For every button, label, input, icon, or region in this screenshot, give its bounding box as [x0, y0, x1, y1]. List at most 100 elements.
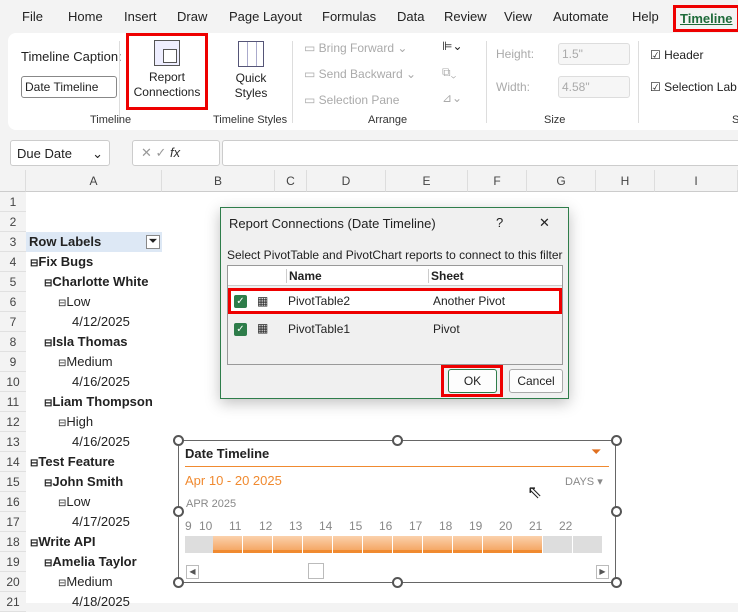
resize-handle[interactable]: [173, 506, 184, 517]
height-input[interactable]: 1.5": [558, 43, 630, 65]
day-tile-selected[interactable]: [393, 536, 422, 553]
resize-handle[interactable]: [173, 435, 184, 446]
scroll-left-button[interactable]: ◀: [186, 565, 199, 579]
pivot-row-label[interactable]: 4/17/2025: [72, 512, 130, 532]
pivot-row-label[interactable]: 4/18/2025: [72, 592, 130, 612]
resize-handle[interactable]: [611, 435, 622, 446]
row-header[interactable]: 2: [0, 212, 26, 232]
row-header[interactable]: 11: [0, 392, 26, 412]
help-button[interactable]: ?: [496, 215, 503, 230]
tab-automate[interactable]: Automate: [553, 9, 609, 24]
tab-file[interactable]: File: [22, 9, 43, 24]
row-header[interactable]: 16: [0, 492, 26, 512]
selection-label-checkbox[interactable]: ☑ Selection Lab: [650, 80, 737, 94]
row-header[interactable]: 1: [0, 192, 26, 212]
tab-review[interactable]: Review: [444, 9, 487, 24]
pivot-row-label[interactable]: ⊟Charlotte White: [44, 272, 148, 292]
cancel-button[interactable]: Cancel: [509, 369, 563, 393]
pivot-row-label[interactable]: ⊟Fix Bugs: [30, 252, 93, 272]
column-header-H[interactable]: H: [596, 170, 655, 192]
pivot-row-label[interactable]: ⊟Write API: [30, 532, 95, 552]
row-header[interactable]: 12: [0, 412, 26, 432]
selection-pane-button[interactable]: ▭ Selection Pane: [304, 93, 399, 107]
scroll-thumb[interactable]: [308, 563, 324, 579]
day-tile[interactable]: [185, 536, 213, 553]
pivot-row-label[interactable]: ⊟Low: [58, 292, 90, 312]
pivot-row-label[interactable]: ⊟Low: [58, 492, 90, 512]
resize-handle[interactable]: [173, 577, 184, 588]
day-tile-selected[interactable]: [273, 536, 302, 553]
row-header[interactable]: 10: [0, 372, 26, 392]
row-header[interactable]: 6: [0, 292, 26, 312]
column-header-F[interactable]: F: [468, 170, 527, 192]
row-header[interactable]: 20: [0, 572, 26, 592]
bring-forward-button[interactable]: ▭ Bring Forward ⌄: [304, 41, 407, 55]
caption-input[interactable]: Date Timeline: [21, 76, 117, 98]
name-box[interactable]: Due Date ⌄: [10, 140, 110, 166]
row-header[interactable]: 19: [0, 552, 26, 572]
header-checkbox[interactable]: ☑ Header: [650, 48, 703, 62]
row-header[interactable]: 14: [0, 452, 26, 472]
day-tile-selected[interactable]: [453, 536, 482, 553]
row-header[interactable]: 8: [0, 332, 26, 352]
tab-view[interactable]: View: [504, 9, 532, 24]
tab-page-layout[interactable]: Page Layout: [229, 9, 302, 24]
quick-styles-button[interactable]: Quick Styles: [226, 41, 276, 101]
report-connections-button[interactable]: Report Connections: [126, 33, 208, 110]
column-header-D[interactable]: D: [307, 170, 386, 192]
pivot-row-label[interactable]: ⊟John Smith: [44, 472, 123, 492]
row-header[interactable]: 13: [0, 432, 26, 452]
day-tile-selected[interactable]: [513, 536, 542, 553]
day-tile[interactable]: [543, 536, 572, 553]
list-item[interactable]: ✓ ▦ PivotTable2 Another Pivot: [228, 288, 562, 314]
close-button[interactable]: ✕: [539, 215, 550, 231]
tab-timeline[interactable]: Timeline: [673, 5, 738, 32]
row-header[interactable]: 18: [0, 532, 26, 552]
row-header[interactable]: 3: [0, 232, 26, 252]
pivot-row-label[interactable]: ⊟High: [58, 412, 93, 432]
pivot-row-label[interactable]: ⊟Medium: [58, 572, 113, 592]
select-all-corner[interactable]: [0, 170, 26, 192]
pivot-row-label[interactable]: ⊟Liam Thompson: [44, 392, 153, 412]
day-tile-selected[interactable]: [333, 536, 362, 553]
pivot-row-label[interactable]: 4/16/2025: [72, 372, 130, 392]
tab-data[interactable]: Data: [397, 9, 424, 24]
clear-filter-icon[interactable]: ⏷: [591, 444, 601, 460]
row-header[interactable]: 5: [0, 272, 26, 292]
width-input[interactable]: 4.58": [558, 76, 630, 98]
row-header[interactable]: 17: [0, 512, 26, 532]
resize-handle[interactable]: [611, 577, 622, 588]
pivot-row-label[interactable]: ⏷ Row Labels: [26, 232, 162, 252]
pivot-row-label[interactable]: ⊟Amelia Taylor: [44, 552, 137, 572]
pivot-row-label[interactable]: ⊟Medium: [58, 352, 113, 372]
pivot-row-label[interactable]: ⊟Isla Thomas: [44, 332, 128, 352]
resize-handle[interactable]: [392, 577, 403, 588]
row-header[interactable]: 9: [0, 352, 26, 372]
tab-help[interactable]: Help: [632, 9, 659, 24]
day-tile-selected[interactable]: [483, 536, 512, 553]
tab-insert[interactable]: Insert: [124, 9, 157, 24]
scroll-right-button[interactable]: ▶: [596, 565, 609, 579]
filter-dropdown-icon[interactable]: ⏷: [146, 235, 160, 249]
formula-input[interactable]: [222, 140, 738, 166]
pivot-row-label[interactable]: 4/12/2025: [72, 312, 130, 332]
pivot-row-label[interactable]: ⊟Test Feature: [30, 452, 115, 472]
day-tile[interactable]: [573, 536, 602, 553]
tab-draw[interactable]: Draw: [177, 9, 207, 24]
row-header[interactable]: 7: [0, 312, 26, 332]
column-header-C[interactable]: C: [275, 170, 307, 192]
align-icon[interactable]: ⊫⌄: [442, 39, 463, 53]
send-backward-button[interactable]: ▭ Send Backward ⌄: [304, 67, 416, 81]
column-header-B[interactable]: B: [162, 170, 275, 192]
group-icon[interactable]: ⧉⌄: [442, 65, 456, 80]
pivot-row-label[interactable]: 4/16/2025: [72, 432, 130, 452]
list-item[interactable]: ✓ ▦ PivotTable1 Pivot: [228, 316, 562, 342]
column-header-I[interactable]: I: [655, 170, 738, 192]
checkbox[interactable]: ✓: [234, 323, 247, 336]
day-tile-selected[interactable]: [213, 536, 242, 553]
day-tile-selected[interactable]: [243, 536, 272, 553]
day-tile-selected[interactable]: [423, 536, 452, 553]
tab-home[interactable]: Home: [68, 9, 103, 24]
row-header[interactable]: 21: [0, 592, 26, 612]
resize-handle[interactable]: [611, 506, 622, 517]
